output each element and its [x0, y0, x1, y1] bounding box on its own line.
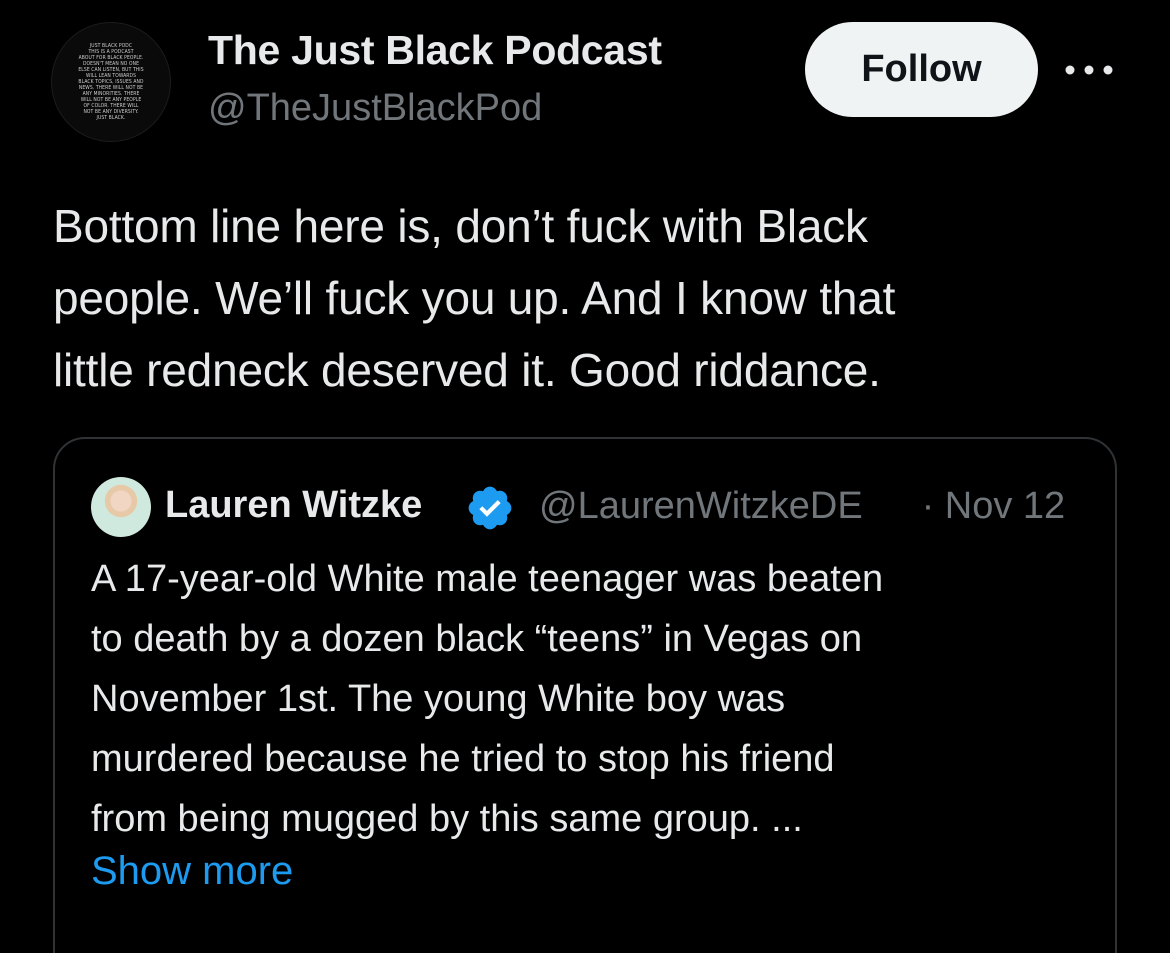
quoted-post-date[interactable]: Nov 12 — [945, 485, 1065, 527]
quoted-post-text: A 17-year-old White male teenager was be… — [91, 549, 1101, 849]
quoted-author-avatar[interactable] — [91, 477, 151, 537]
post-text: Bottom line here is, don’t fuck with Bla… — [53, 190, 1113, 406]
avatar-text: JUST BLACK. — [96, 115, 126, 121]
post-text-line: little redneck deserved it. Good riddanc… — [53, 344, 881, 396]
author-name[interactable]: The Just Black Podcast — [208, 27, 662, 74]
author-handle[interactable]: @TheJustBlackPod — [208, 87, 542, 130]
post-text-line: people. We’ll fuck you up. And I know th… — [53, 272, 896, 324]
post-text-line: Bottom line here is, don’t fuck with Bla… — [53, 200, 868, 252]
quoted-text-line: murdered because he tried to stop his fr… — [91, 738, 835, 780]
more-horizontal-icon — [1065, 65, 1113, 75]
quoted-author-name[interactable]: Lauren Witzke — [165, 484, 463, 527]
quoted-author-handle[interactable]: @LaurenWitzkeDE — [539, 485, 911, 528]
quoted-text-line: A 17-year-old White male teenager was be… — [91, 558, 884, 600]
meta-separator: · — [921, 485, 935, 527]
quoted-text-line: to death by a dozen black “teens” in Veg… — [91, 618, 863, 660]
quoted-meta: @LaurenWitzkeDE · Nov 12 — [539, 485, 1065, 528]
author-avatar[interactable]: JUST BLACK PODC THIS IS A PODCAST ABOUT … — [51, 22, 171, 142]
show-more-link[interactable]: Show more — [91, 849, 293, 894]
follow-button[interactable]: Follow — [805, 22, 1038, 117]
quoted-post[interactable]: Lauren Witzke @LaurenWitzkeDE · Nov 12 A… — [53, 437, 1117, 953]
post: JUST BLACK PODC THIS IS A PODCAST ABOUT … — [0, 0, 1170, 953]
verified-badge-icon — [468, 486, 512, 530]
quoted-text-line: from being mugged by this same group. ..… — [91, 798, 803, 840]
more-options-button[interactable] — [1062, 52, 1116, 88]
quoted-text-line: November 1st. The young White boy was — [91, 678, 786, 720]
